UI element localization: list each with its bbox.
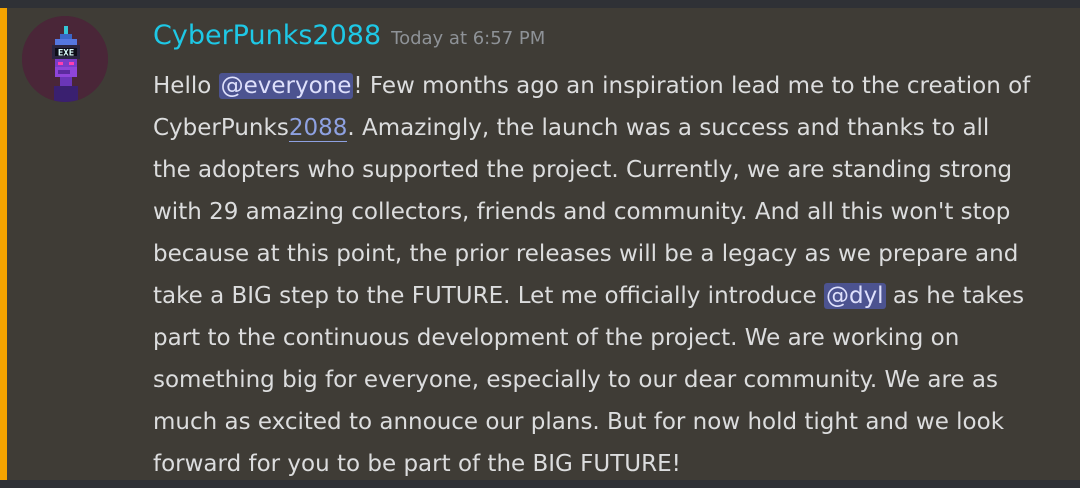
avatar[interactable]: EXE [22, 16, 108, 102]
message-line: the adopters who supported the project. … [153, 149, 1058, 191]
mention-everyone[interactable]: @everyone [218, 73, 354, 99]
text-segment: the adopters who supported the project. … [153, 157, 1013, 183]
message-line: because at this point, the prior release… [153, 233, 1058, 275]
text-segment: take a BIG step to the FUTURE. Let me of… [153, 283, 824, 309]
message-line: something big for everyone, especially t… [153, 359, 1058, 401]
text-segment: with 29 amazing collectors, friends and … [153, 199, 1011, 225]
author-name[interactable]: CyberPunks2088 [153, 20, 381, 51]
mention-dyl[interactable]: @dyl [823, 283, 886, 309]
text-segment: something big for everyone, especially t… [153, 367, 998, 393]
message-line: take a BIG step to the FUTURE. Let me of… [153, 275, 1058, 317]
text-segment: because at this point, the prior release… [153, 241, 1019, 267]
message-line: CyberPunks2088. Amazingly, the launch wa… [153, 107, 1058, 149]
text-segment: ! Few months ago an inspiration lead me … [353, 73, 1031, 99]
message-timestamp[interactable]: Today at 6:57 PM [391, 28, 545, 49]
text-segment: CyberPunks [153, 115, 289, 141]
message-line: with 29 amazing collectors, friends and … [153, 191, 1058, 233]
message-line: Hello @everyone! Few months ago an inspi… [153, 65, 1058, 107]
chat-frame: EXE CyberPunks2088 Today at 6:57 PM Hello… [0, 0, 1080, 488]
text-segment: much as excited to annouce our plans. Bu… [153, 409, 1005, 435]
message-header: CyberPunks2088 Today at 6:57 PM [153, 18, 545, 54]
text-segment: as he takes [885, 283, 1025, 309]
linked-text[interactable]: 2088 [288, 115, 348, 142]
svg-text:EXE: EXE [58, 49, 74, 59]
message-line: forward for you to be part of the BIG FU… [153, 443, 1058, 485]
top-divider [0, 0, 1080, 8]
message-line: much as excited to annouce our plans. Bu… [153, 401, 1058, 443]
message-line: part to the continuous development of th… [153, 317, 1058, 359]
cyberpunk-robot-avatar-icon: EXE [22, 16, 108, 102]
message-content: Hello @everyone! Few months ago an inspi… [153, 65, 1058, 485]
text-segment: . Amazingly, the launch was a success an… [347, 115, 990, 141]
text-segment: forward for you to be part of the BIG FU… [153, 451, 681, 477]
mention-highlight-bar [0, 8, 7, 480]
text-segment: part to the continuous development of th… [153, 325, 960, 351]
text-segment: Hello [153, 73, 219, 99]
bottom-divider [0, 480, 1080, 488]
chat-message[interactable]: EXE CyberPunks2088 Today at 6:57 PM Hello… [0, 8, 1080, 480]
